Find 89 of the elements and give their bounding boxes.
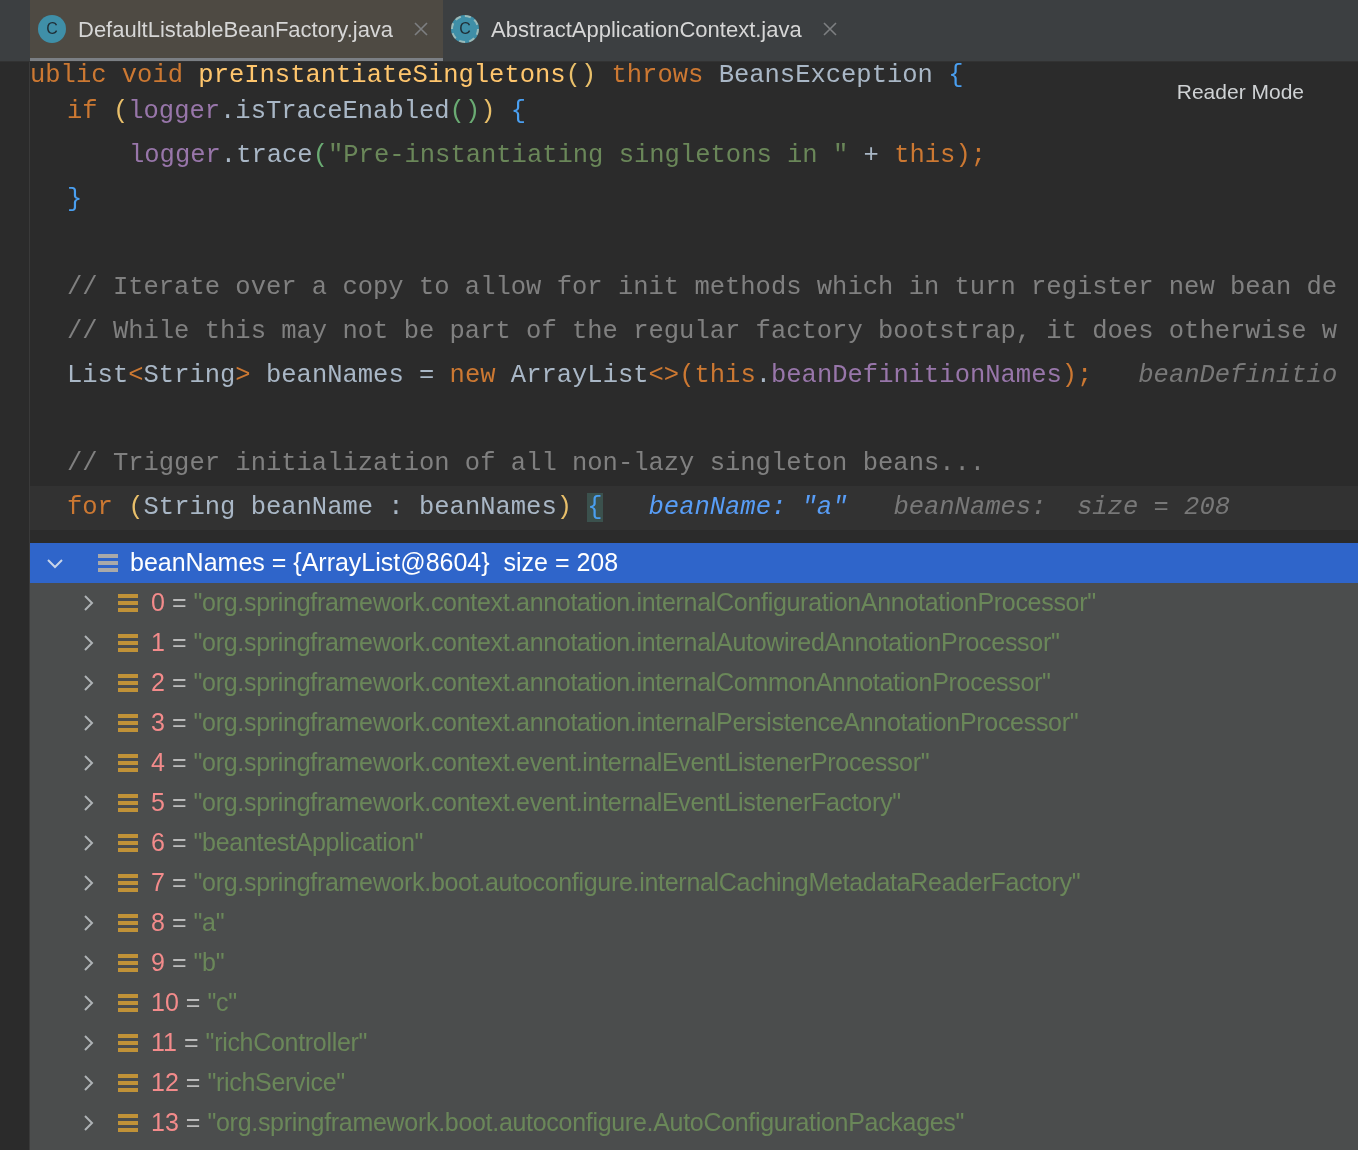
element-index: 8 [151, 907, 165, 939]
element-value: "org.springframework.context.annotation.internalCommonAnnotationProcessor" [193, 667, 1051, 699]
equals-sign: = [185, 1107, 201, 1139]
variable-label: beanNames = {ArrayList@8604} size = 208 [130, 547, 619, 579]
element-value: "org.springframework.context.event.internalEventListenerFactory" [193, 787, 901, 819]
tab-label: AbstractApplicationContext.java [491, 15, 802, 44]
element-index: 4 [151, 747, 165, 779]
code-line: logger.trace("Pre-instantiating singletons in " + this); [129, 140, 986, 172]
element-value: "b" [193, 947, 225, 979]
element-value: "c" [207, 987, 237, 1019]
equals-sign: = [183, 1027, 199, 1059]
equals-sign: = [171, 947, 187, 979]
equals-sign: = [171, 787, 187, 819]
tree-row[interactable]: 13 = "org.springframework.boot.autoconfigure.AutoConfigurationPackages" [30, 1103, 1358, 1143]
list-icon [118, 753, 138, 773]
editor-tab[interactable]: C DefaultListableBeanFactory.java [30, 0, 444, 61]
tree-row[interactable]: 1 = "org.springframework.context.annotation.internalAutowiredAnnotationProcessor" [30, 623, 1358, 663]
tree-row[interactable]: 3 = "org.springframework.context.annotation.internalPersistenceAnnotationProcessor" [30, 703, 1358, 743]
list-icon [118, 993, 138, 1013]
class-icon: C [451, 15, 480, 43]
list-icon [118, 1033, 138, 1053]
tree-row[interactable]: 8 = "a" [30, 903, 1358, 943]
element-index: 2 [151, 667, 165, 699]
element-index: 7 [151, 867, 165, 899]
equals-sign: = [171, 707, 187, 739]
list-icon [118, 793, 138, 813]
element-index: 6 [151, 827, 165, 859]
tree-row[interactable]: 4 = "org.springframework.context.event.internalEventListenerProcessor" [30, 743, 1358, 783]
code-line: for (String beanName : beanNames) { beanName: "a" beanNames: size = 208 [67, 492, 1231, 524]
class-icon: C [38, 15, 66, 43]
list-icon [118, 913, 138, 933]
tree-row[interactable]: 2 = "org.springframework.context.annotation.internalCommonAnnotationProcessor" [30, 663, 1358, 703]
tree-row[interactable]: 9 = "b" [30, 943, 1358, 983]
element-value: "org.springframework.context.annotation.internalAutowiredAnnotationProcessor" [193, 627, 1060, 659]
element-value: "org.springframework.context.event.internalEventListenerProcessor" [193, 747, 930, 779]
tree-row[interactable]: 12 = "richService" [30, 1063, 1358, 1103]
list-icon [98, 553, 118, 573]
equals-sign: = [171, 667, 187, 699]
list-icon [118, 713, 138, 733]
element-index: 10 [151, 987, 179, 1019]
tree-row[interactable]: 10 = "c" [30, 983, 1358, 1023]
equals-sign: = [171, 827, 187, 859]
equals-sign: = [171, 867, 187, 899]
list-icon [118, 873, 138, 893]
element-index: 11 [151, 1027, 177, 1059]
code-line: if (logger.isTraceEnabled()) { [67, 96, 527, 128]
tree-row-header[interactable]: beanNames = {ArrayList@8604} size = 208 [30, 543, 1358, 583]
element-value: "org.springframework.boot.autoconfigure.AutoConfigurationPackages" [207, 1107, 965, 1139]
code-line: ublic void preInstantiateSingletons() throws BeansException { [30, 62, 964, 90]
list-icon [118, 593, 138, 613]
tree-row[interactable]: 11 = "richController" [30, 1023, 1358, 1063]
tree-row[interactable]: 6 = "beantestApplication" [30, 823, 1358, 863]
equals-sign: = [171, 747, 187, 779]
code-line: // Trigger initialization of all non-lazy singleton beans... [67, 448, 986, 480]
tab-label: DefaultListableBeanFactory.java [78, 15, 394, 44]
close-icon[interactable] [821, 21, 838, 37]
equals-sign: = [171, 907, 187, 939]
list-icon [118, 673, 138, 693]
element-value: "beantestApplication" [193, 827, 424, 859]
equals-sign: = [171, 627, 187, 659]
element-index: 0 [151, 587, 165, 619]
code-line: List<String> beanNames = new ArrayList<>(this.beanDefinitionNames); beanDefinitio [67, 360, 1338, 392]
element-value: "a" [193, 907, 225, 939]
equals-sign: = [171, 587, 187, 619]
element-index: 5 [151, 787, 165, 819]
tree-row[interactable]: 5 = "org.springframework.context.event.internalEventListenerFactory" [30, 783, 1358, 823]
equals-sign: = [185, 1067, 201, 1099]
list-icon [118, 953, 138, 973]
code-line: } [67, 184, 83, 216]
tree-row[interactable]: 0 = "org.springframework.context.annotation.internalConfigurationAnnotationProcessor" [30, 583, 1358, 623]
element-value: "org.springframework.boot.autoconfigure.internalCachingMetadataReaderFactory" [193, 867, 1081, 899]
list-icon [118, 833, 138, 853]
equals-sign: = [185, 987, 201, 1019]
element-value: "richService" [207, 1067, 345, 1099]
element-index: 9 [151, 947, 165, 979]
element-index: 3 [151, 707, 165, 739]
element-index: 1 [151, 627, 165, 659]
list-icon [118, 633, 138, 653]
element-index: 12 [151, 1067, 179, 1099]
code-line: // While this may not be part of the regular factory bootstrap, it does otherwise w [67, 316, 1338, 348]
code-line: // Iterate over a copy to allow for init methods which in turn register new bean de [67, 272, 1338, 304]
close-icon[interactable] [413, 21, 430, 37]
tree-row[interactable]: 7 = "org.springframework.boot.autoconfigure.internalCachingMetadataReaderFactory" [30, 863, 1358, 903]
element-index: 13 [151, 1107, 179, 1139]
element-value: "richController" [205, 1027, 368, 1059]
element-value: "org.springframework.context.annotation.internalPersistenceAnnotationProcessor" [193, 707, 1079, 739]
element-value: "org.springframework.context.annotation.internalConfigurationAnnotationProcessor" [193, 587, 1096, 619]
list-icon [118, 1113, 138, 1133]
list-icon [118, 1073, 138, 1093]
